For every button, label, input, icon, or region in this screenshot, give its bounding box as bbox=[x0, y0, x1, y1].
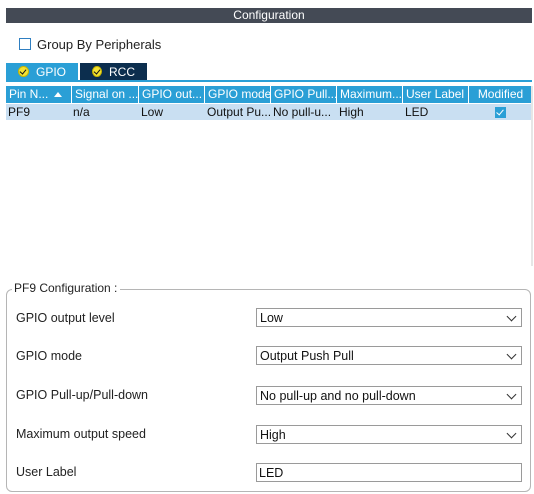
select-value: Low bbox=[260, 311, 283, 325]
panel-title: Configuration bbox=[6, 8, 532, 23]
cell-speed: High bbox=[339, 105, 364, 119]
pin-config-legend: PF9 Configuration : bbox=[12, 281, 121, 296]
col-gpio-pull[interactable]: GPIO Pull... bbox=[271, 86, 337, 103]
cell-modified[interactable] bbox=[469, 104, 532, 120]
chevron-down-icon bbox=[506, 311, 517, 322]
col-max-speed[interactable]: Maximum... bbox=[337, 86, 403, 103]
col-modified[interactable]: Modified bbox=[469, 86, 532, 103]
max-output-speed-select[interactable]: High bbox=[256, 425, 522, 444]
gpio-pull-label: GPIO Pull-up/Pull-down bbox=[16, 388, 149, 402]
col-user-label[interactable]: User Label bbox=[403, 86, 469, 103]
user-label-input[interactable] bbox=[256, 463, 522, 482]
col-gpio-mode[interactable]: GPIO mode bbox=[205, 86, 271, 103]
col-pin-name[interactable]: Pin N... bbox=[6, 86, 72, 103]
gpio-mode-label: GPIO mode bbox=[16, 349, 82, 363]
chevron-down-icon bbox=[506, 389, 517, 400]
sort-ascending-icon bbox=[54, 92, 63, 98]
table-row[interactable]: PF9 n/a Low Output Pu... No pull-u... Hi… bbox=[6, 104, 532, 120]
select-value: High bbox=[260, 428, 286, 442]
group-by-label: Group By Peripherals bbox=[37, 36, 162, 52]
gpio-output-level-label: GPIO output level bbox=[16, 311, 115, 325]
col-gpio-output[interactable]: GPIO out... bbox=[139, 86, 205, 103]
tab-rcc-label: RCC bbox=[109, 64, 135, 79]
col-signal[interactable]: Signal on ... bbox=[72, 86, 139, 103]
tab-bar: GPIO RCC bbox=[6, 63, 147, 80]
table-header: Pin N... Signal on ... GPIO out... GPIO … bbox=[6, 86, 532, 103]
chevron-down-icon bbox=[506, 428, 517, 439]
checkmark-icon bbox=[495, 107, 506, 119]
pin-table: Pin N... Signal on ... GPIO out... GPIO … bbox=[6, 86, 532, 120]
cell-signal: n/a bbox=[73, 105, 90, 119]
gpio-pull-select[interactable]: No pull-up and no pull-down bbox=[256, 386, 522, 405]
gpio-mode-select[interactable]: Output Push Pull bbox=[256, 346, 522, 365]
tab-gpio-label: GPIO bbox=[35, 64, 66, 79]
table-scroll-edge bbox=[531, 86, 533, 266]
cell-output: Low bbox=[141, 105, 164, 119]
group-by-peripherals-checkbox[interactable]: Group By Peripherals bbox=[19, 36, 161, 52]
gpio-output-level-select[interactable]: Low bbox=[256, 308, 522, 327]
chevron-down-icon bbox=[506, 349, 517, 360]
tab-underline bbox=[6, 80, 532, 82]
check-circle-icon bbox=[18, 66, 29, 77]
check-circle-icon bbox=[92, 66, 102, 77]
max-output-speed-label: Maximum output speed bbox=[16, 427, 146, 441]
configuration-panel: Configuration Group By Peripherals GPIO … bbox=[0, 0, 534, 494]
select-value: No pull-up and no pull-down bbox=[260, 389, 416, 403]
cell-pin: PF9 bbox=[8, 105, 31, 119]
cell-mode: Output Pu... bbox=[207, 105, 271, 119]
select-value: Output Push Pull bbox=[260, 349, 354, 363]
cell-label: LED bbox=[405, 105, 429, 119]
cell-pull: No pull-u... bbox=[273, 105, 332, 119]
tab-rcc[interactable]: RCC bbox=[80, 63, 147, 80]
checkbox-box[interactable] bbox=[19, 38, 31, 50]
user-label-label: User Label bbox=[16, 465, 77, 479]
tab-gpio[interactable]: GPIO bbox=[6, 63, 78, 80]
